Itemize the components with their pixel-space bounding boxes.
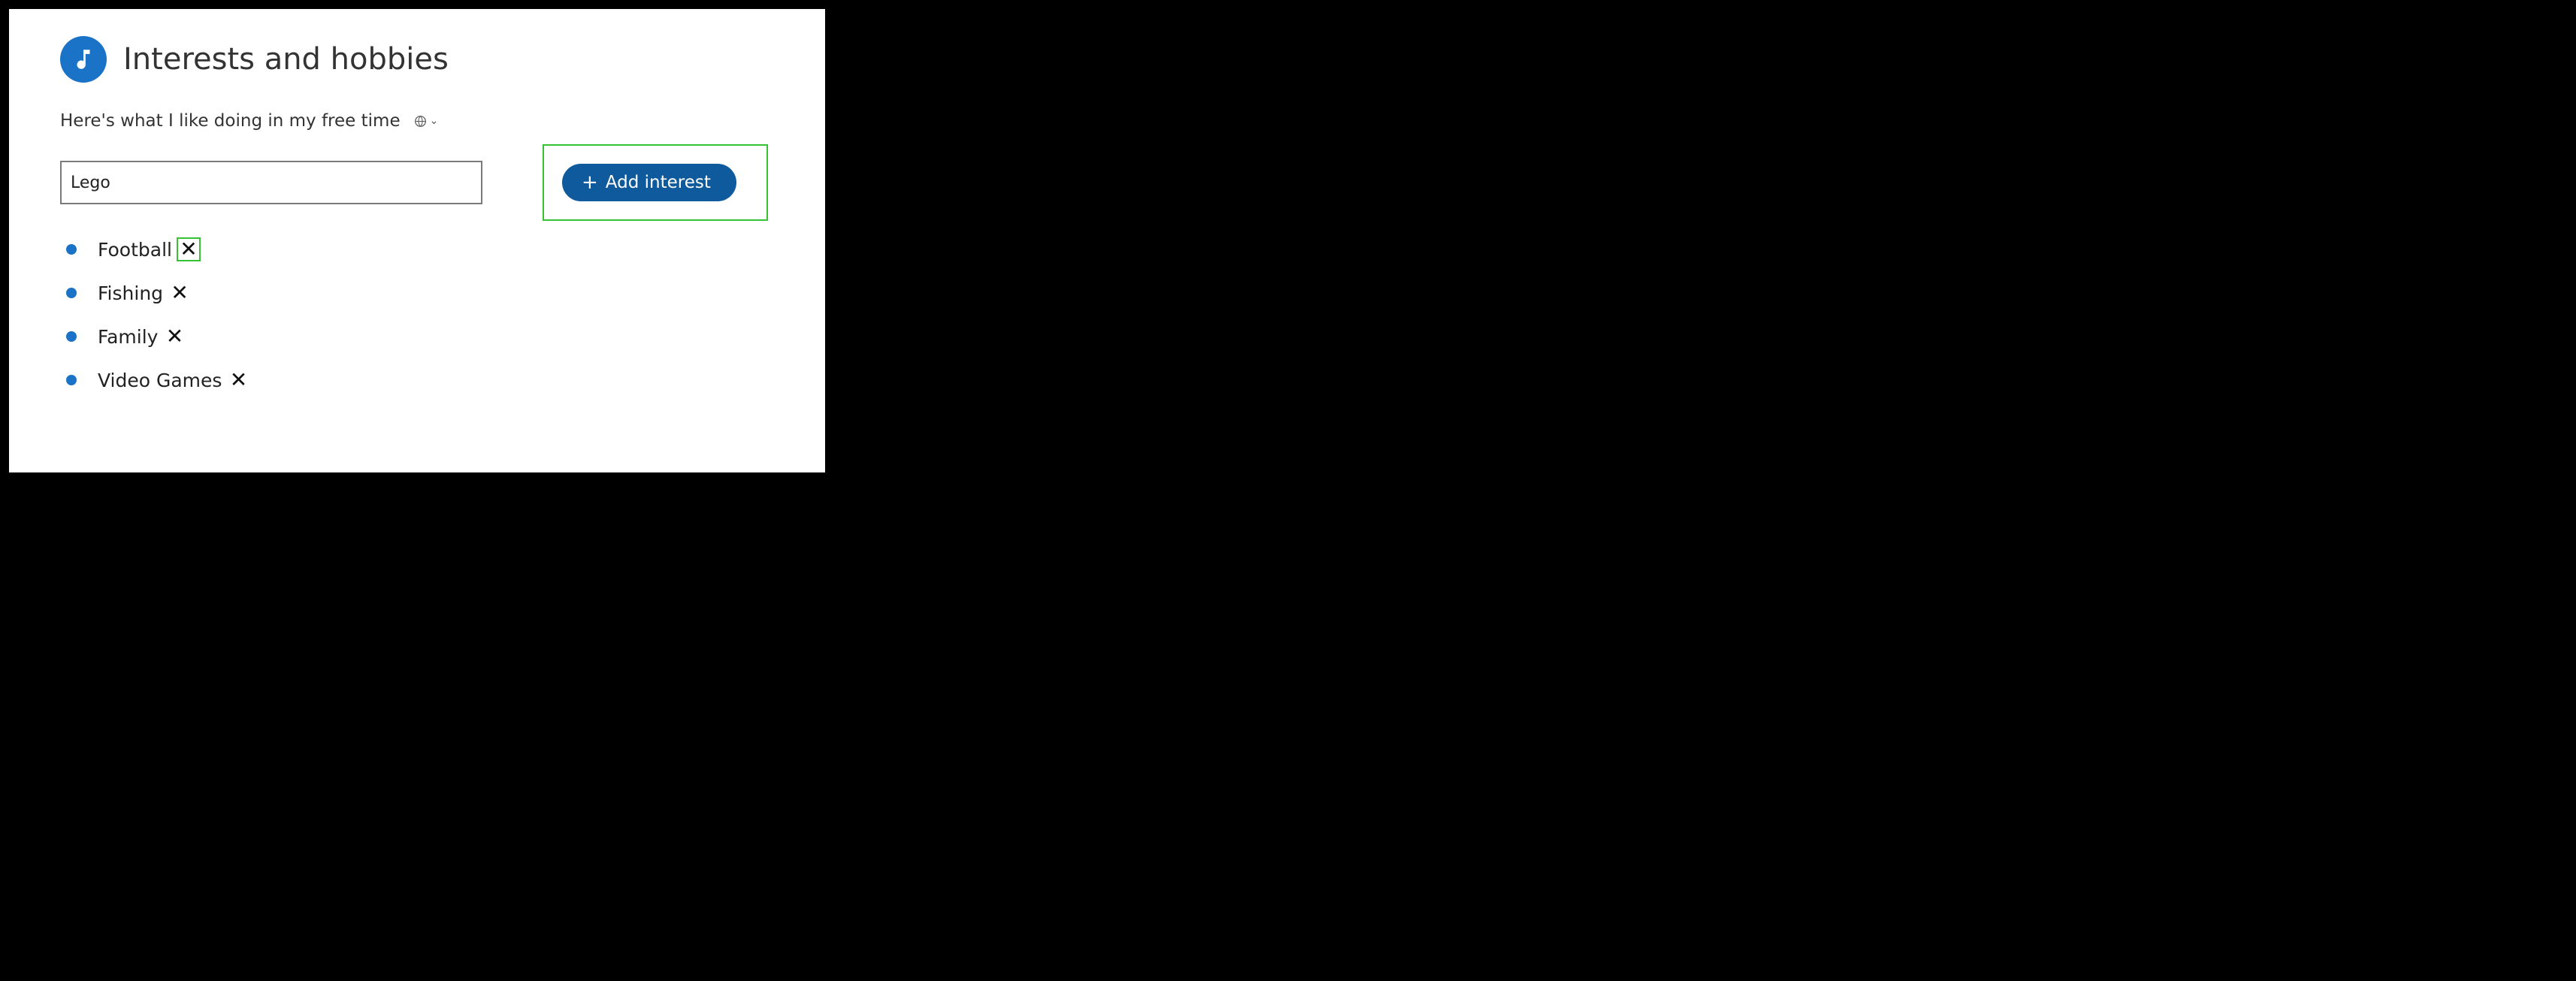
remove-interest-button[interactable]: ✕ <box>168 281 192 305</box>
add-interest-button[interactable]: + Add interest <box>562 164 736 201</box>
bullet-icon <box>66 244 77 255</box>
list-item: Fishing ✕ <box>60 281 780 305</box>
interest-label-wrap: Family ✕ <box>98 324 186 349</box>
add-button-label: Add interest <box>606 173 711 192</box>
interest-label: Fishing <box>98 282 163 304</box>
interest-label: Video Games <box>98 370 222 391</box>
list-item: Video Games ✕ <box>60 368 780 392</box>
interest-label: Family <box>98 326 158 348</box>
chevron-down-icon: ⌄ <box>430 115 439 127</box>
subtitle-row: Here's what I like doing in my free time… <box>60 111 780 131</box>
close-icon: ✕ <box>171 282 188 303</box>
remove-interest-button[interactable]: ✕ <box>226 368 250 392</box>
close-icon: ✕ <box>166 326 183 347</box>
interest-label: Football <box>98 239 172 261</box>
music-icon <box>60 36 107 83</box>
bullet-icon <box>66 331 77 342</box>
remove-interest-button[interactable]: ✕ <box>177 237 201 261</box>
remove-interest-button[interactable]: ✕ <box>162 324 186 349</box>
bullet-icon <box>66 288 77 298</box>
interests-panel: Interests and hobbies Here's what I like… <box>9 9 825 472</box>
interest-list: Football ✕ Fishing ✕ Family ✕ Video Games ✕ <box>60 237 780 392</box>
privacy-selector[interactable]: ⌄ <box>414 115 439 128</box>
close-icon: ✕ <box>180 239 197 260</box>
globe-icon <box>414 115 427 128</box>
add-button-highlight: + Add interest <box>543 144 768 221</box>
subtitle-text: Here's what I like doing in my free time <box>60 111 401 131</box>
input-row: + Add interest <box>60 144 780 221</box>
interest-input[interactable] <box>60 161 482 204</box>
plus-icon: + <box>582 173 598 192</box>
interest-label-wrap: Football ✕ <box>98 237 201 261</box>
close-icon: ✕ <box>230 370 247 391</box>
interest-label-wrap: Video Games ✕ <box>98 368 250 392</box>
list-item: Football ✕ <box>60 237 780 261</box>
list-item: Family ✕ <box>60 324 780 349</box>
section-title: Interests and hobbies <box>123 42 449 77</box>
bullet-icon <box>66 375 77 385</box>
section-header: Interests and hobbies <box>60 36 780 83</box>
interest-label-wrap: Fishing ✕ <box>98 281 192 305</box>
